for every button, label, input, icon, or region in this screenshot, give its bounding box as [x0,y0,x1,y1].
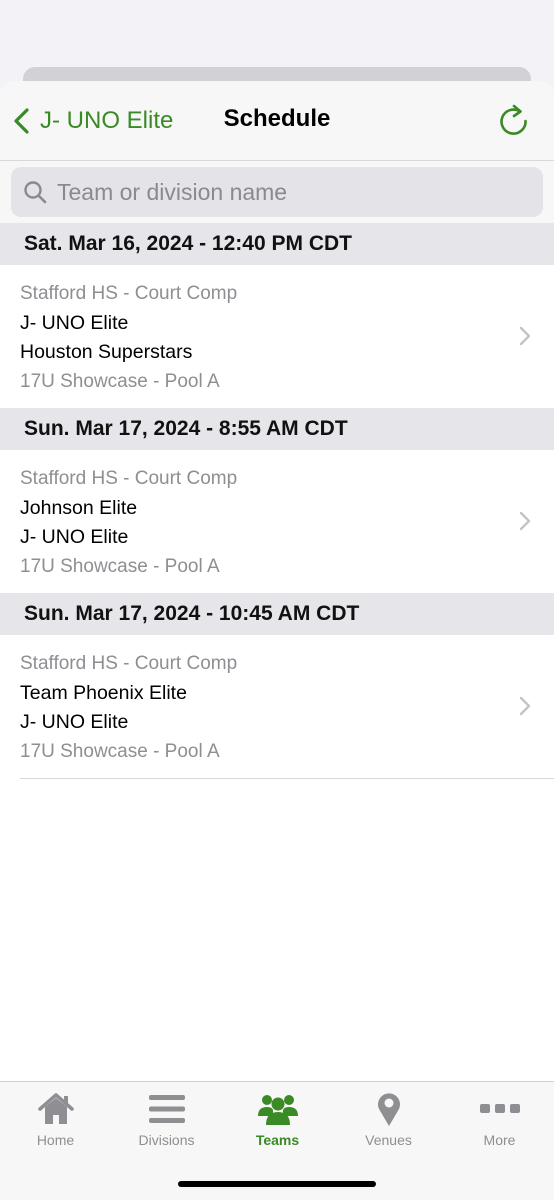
game-division: 17U Showcase - Pool A [20,371,220,392]
game-row[interactable]: Stafford HS - Court Comp Team Phoenix El… [0,635,554,778]
chevron-left-icon [14,108,29,134]
tab-venues[interactable]: Venues [333,1092,444,1154]
game-team-2: Houston Superstars [20,341,193,363]
search-input[interactable] [57,178,517,206]
game-venue: Stafford HS - Court Comp [20,468,238,489]
tab-label: Home [36,1132,75,1148]
game-row[interactable]: Stafford HS - Court Comp J- UNO Elite Ho… [0,265,554,408]
tab-teams[interactable]: Teams [222,1092,333,1154]
search-box[interactable] [11,167,543,217]
location-pin-icon [377,1093,400,1126]
game-team-1: J- UNO Elite [20,312,129,334]
tab-label: Venues [365,1132,412,1148]
game-venue: Stafford HS - Court Comp [20,653,238,674]
tab-more[interactable]: More [444,1092,554,1154]
ellipsis-icon [479,1104,520,1113]
game-team-1: Team Phoenix Elite [20,682,187,704]
game-venue: Stafford HS - Court Comp [20,283,238,304]
date-header: Sun. Mar 17, 2024 - 8:55 AM CDT [0,408,554,450]
back-button[interactable]: J- UNO Elite [12,103,173,139]
tab-home[interactable]: Home [0,1092,111,1154]
refresh-icon [500,104,527,135]
home-icon [37,1093,74,1124]
date-header: Sun. Mar 17, 2024 - 10:45 AM CDT [0,593,554,635]
schedule-sheet: J- UNO Elite Schedule Sat. Mar 16, 2024 … [0,81,554,1200]
schedule-list: Sat. Mar 16, 2024 - 12:40 PM CDT Staffor… [0,223,554,779]
chevron-right-icon [519,326,531,346]
refresh-button[interactable] [498,102,530,138]
game-team-2: J- UNO Elite [20,711,129,733]
date-header: Sat. Mar 16, 2024 - 12:40 PM CDT [0,223,554,265]
search-bar [0,161,554,223]
back-button-label: J- UNO Elite [40,107,174,134]
tab-label: Divisions [138,1132,195,1148]
game-division: 17U Showcase - Pool A [20,741,220,762]
list-icon [148,1095,185,1123]
tab-label: More [483,1132,516,1148]
people-icon [257,1095,298,1125]
game-division: 17U Showcase - Pool A [20,556,220,577]
chevron-right-icon [519,696,531,716]
game-team-2: J- UNO Elite [20,526,129,548]
status-bar [0,0,554,67]
divider [20,778,554,779]
tab-divisions[interactable]: Divisions [111,1092,222,1154]
chevron-right-icon [519,511,531,531]
search-icon [24,181,47,204]
game-team-1: Johnson Elite [20,497,138,519]
navigation-bar: J- UNO Elite Schedule [0,81,554,161]
game-row[interactable]: Stafford HS - Court Comp Johnson Elite J… [0,450,554,593]
home-indicator [178,1181,376,1187]
tab-label: Teams [255,1132,300,1148]
